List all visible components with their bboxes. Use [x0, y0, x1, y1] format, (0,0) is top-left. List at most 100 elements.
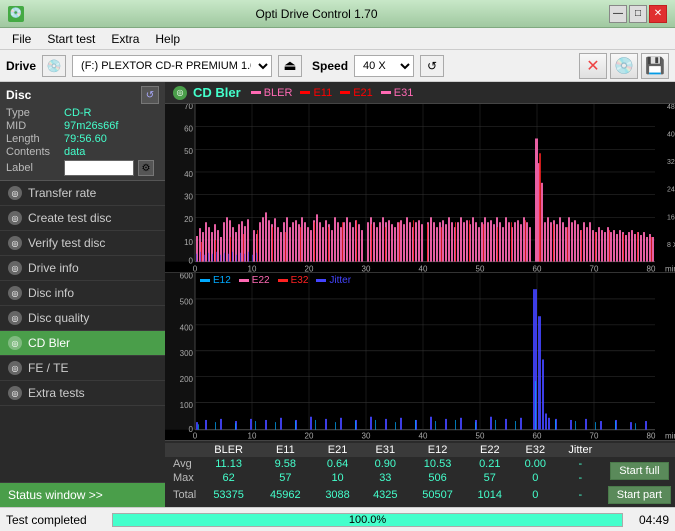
- drive-select[interactable]: (F:) PLEXTOR CD-R PREMIUM 1.07: [72, 55, 272, 77]
- sidebar-item-transfer-rate[interactable]: ◎ Transfer rate: [0, 181, 165, 206]
- col-header-e12: E12: [409, 443, 466, 457]
- menu-help[interactable]: Help: [147, 30, 188, 48]
- svg-text:100: 100: [180, 399, 194, 409]
- transfer-rate-icon: ◎: [8, 186, 22, 200]
- col-header-btn1: [604, 443, 675, 457]
- sidebar: Disc ↺ Type CD-R MID 97m26s66f Length 79…: [0, 82, 165, 507]
- svg-text:0: 0: [193, 265, 198, 272]
- disc-type-val: CD-R: [64, 107, 92, 119]
- sidebar-item-disc-info[interactable]: ◎ Disc info: [0, 281, 165, 306]
- save-button[interactable]: 💾: [641, 53, 669, 79]
- sidebar-item-verify-test-disc-label: Verify test disc: [28, 236, 105, 250]
- svg-text:24 X: 24 X: [667, 187, 675, 194]
- row-total-e22: 1014: [466, 485, 514, 505]
- eject-button[interactable]: ⏏: [278, 55, 302, 77]
- drive-info-icon: ◎: [8, 261, 22, 275]
- legend-e31-label: E31: [394, 87, 414, 99]
- disc-length-key: Length: [6, 133, 64, 145]
- svg-text:20: 20: [305, 265, 314, 272]
- sidebar-item-extra-tests[interactable]: ◎ Extra tests: [0, 381, 165, 406]
- svg-text:50: 50: [184, 147, 193, 156]
- row-avg-label: Avg: [165, 457, 200, 471]
- disc-label-input[interactable]: [64, 160, 134, 176]
- chart1-legend: BLER E11 E21 E31: [251, 87, 414, 99]
- drive-icon-btn: 💿: [42, 55, 66, 77]
- svg-text:40 X: 40 X: [667, 132, 675, 139]
- chart2-svg: 600 500 400 300 200 100 0 0 10 20 30 40 …: [165, 273, 675, 441]
- create-test-disc-icon: ◎: [8, 211, 22, 225]
- close-button[interactable]: ✕: [649, 5, 667, 23]
- row-total-e12: 50507: [409, 485, 466, 505]
- disc-refresh-button[interactable]: ↺: [141, 86, 159, 104]
- status-window-button[interactable]: Status window >>: [0, 482, 165, 507]
- row-max-e11: 57: [257, 471, 314, 485]
- row-max-label: Max: [165, 471, 200, 485]
- sidebar-item-disc-quality-label: Disc quality: [28, 311, 89, 325]
- svg-text:40: 40: [419, 265, 428, 272]
- col-header-e11: E11: [257, 443, 314, 457]
- extra-tests-icon: ◎: [8, 386, 22, 400]
- legend-bler-dot: [251, 91, 261, 94]
- start-part-cell: Start part: [604, 485, 675, 505]
- maximize-button[interactable]: □: [629, 5, 647, 23]
- svg-text:30: 30: [362, 430, 371, 440]
- legend-e31-dot: [381, 91, 391, 94]
- svg-text:60: 60: [533, 430, 542, 440]
- disc-mid-key: MID: [6, 120, 64, 132]
- disc-type-key: Type: [6, 107, 64, 119]
- legend-e11: E11: [300, 87, 332, 99]
- progress-bar-container: 100.0%: [112, 513, 623, 527]
- row-avg-bler: 11.13: [200, 457, 257, 471]
- svg-text:40: 40: [184, 170, 193, 179]
- disc-label-gear-button[interactable]: ⚙: [138, 160, 154, 176]
- speed-select[interactable]: 40 X: [354, 55, 414, 77]
- discs-button[interactable]: 💿: [610, 53, 638, 79]
- row-total-bler: 53375: [200, 485, 257, 505]
- svg-text:50: 50: [476, 265, 485, 272]
- svg-text:60: 60: [184, 125, 193, 134]
- chart-title-bar: ◎ CD Bler BLER E11 E21 E31: [165, 82, 675, 104]
- row-avg-e22: 0.21: [466, 457, 514, 471]
- disc-length-val: 79:56.60: [64, 133, 107, 145]
- sidebar-item-verify-test-disc[interactable]: ◎ Verify test disc: [0, 231, 165, 256]
- svg-text:80: 80: [647, 430, 656, 440]
- svg-text:70: 70: [184, 104, 193, 111]
- menu-start-test[interactable]: Start test: [39, 30, 103, 48]
- disc-mid-val: 97m26s66f: [64, 120, 118, 132]
- eraser-button[interactable]: ✕: [579, 53, 607, 79]
- svg-text:20: 20: [305, 430, 314, 440]
- sidebar-item-disc-quality[interactable]: ◎ Disc quality: [0, 306, 165, 331]
- table-row-avg: Avg 11.13 9.58 0.64 0.90 10.53 0.21 0.00…: [165, 457, 675, 471]
- refresh-speed-button[interactable]: ↺: [420, 55, 444, 77]
- sidebar-item-create-test-disc[interactable]: ◎ Create test disc: [0, 206, 165, 231]
- disc-panel: Disc ↺ Type CD-R MID 97m26s66f Length 79…: [0, 82, 165, 181]
- col-header-empty: [165, 443, 200, 457]
- svg-text:60: 60: [533, 265, 542, 272]
- legend-e11-dot: [300, 91, 310, 94]
- sidebar-item-drive-info-label: Drive info: [28, 261, 79, 275]
- row-max-bler: 62: [200, 471, 257, 485]
- sidebar-item-fe-te[interactable]: ◎ FE / TE: [0, 356, 165, 381]
- sidebar-item-drive-info[interactable]: ◎ Drive info: [0, 256, 165, 281]
- sidebar-item-cd-bler[interactable]: ◎ CD Bler: [0, 331, 165, 356]
- disc-info-icon: ◎: [8, 286, 22, 300]
- drive-label: Drive: [6, 59, 36, 73]
- row-avg-e12: 10.53: [409, 457, 466, 471]
- svg-text:70: 70: [590, 430, 599, 440]
- svg-text:600: 600: [180, 273, 194, 280]
- data-table-area: BLER E11 E21 E31 E12 E22 E32 Jitter Avg: [165, 440, 675, 507]
- col-header-e21: E21: [314, 443, 362, 457]
- start-full-button[interactable]: Start full: [610, 462, 668, 480]
- drive-bar: Drive 💿 (F:) PLEXTOR CD-R PREMIUM 1.07 ⏏…: [0, 50, 675, 82]
- row-max-jitter: -: [557, 471, 604, 485]
- start-part-button[interactable]: Start part: [608, 486, 671, 504]
- minimize-button[interactable]: —: [609, 5, 627, 23]
- col-header-bler: BLER: [200, 443, 257, 457]
- menu-extra[interactable]: Extra: [103, 30, 147, 48]
- svg-text:8 X: 8 X: [667, 242, 675, 249]
- menu-file[interactable]: File: [4, 30, 39, 48]
- speed-label: Speed: [312, 59, 348, 73]
- row-total-e31: 4325: [361, 485, 409, 505]
- charts-container: 70 60 50 40 30 20 10 0 0 10 20 30 40 50 …: [165, 104, 675, 440]
- row-avg-jitter: -: [557, 457, 604, 471]
